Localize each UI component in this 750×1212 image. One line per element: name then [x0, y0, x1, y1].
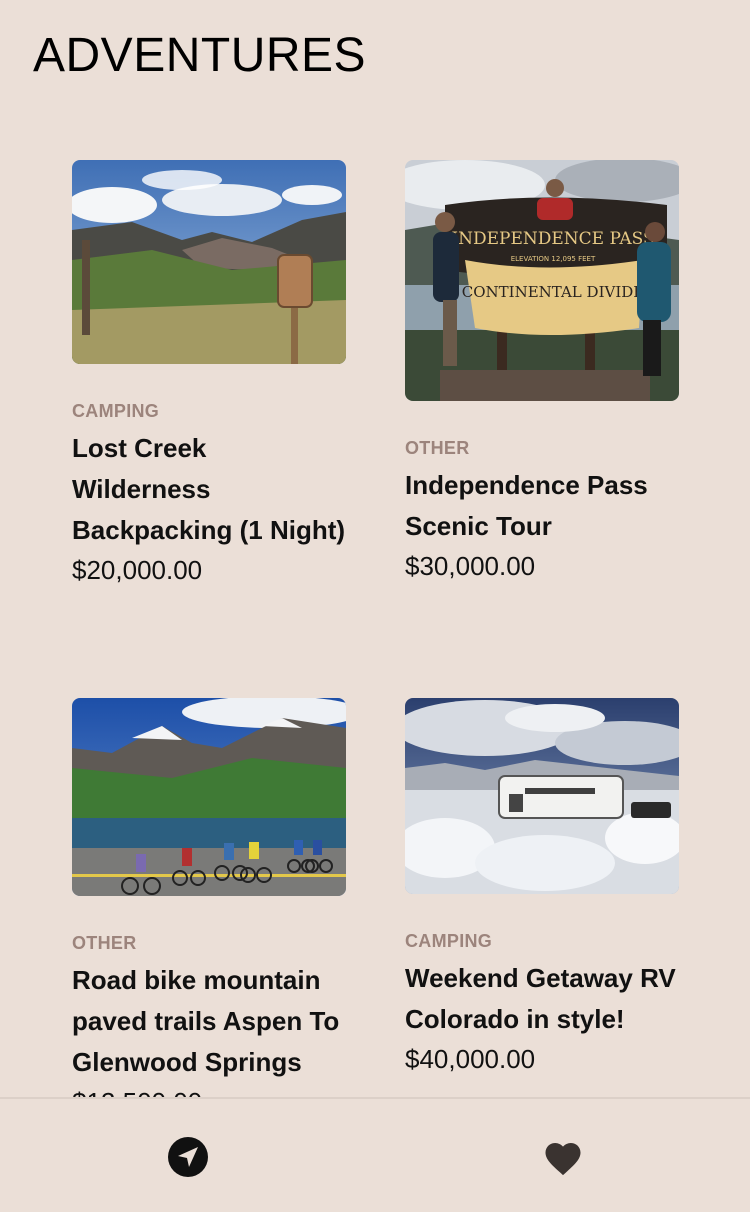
adventure-image [72, 160, 346, 364]
adventure-price: $30,000.00 [405, 551, 536, 581]
adventure-image: INDEPENDENCE PASS ELEVATION 12,095 FEET … [405, 160, 679, 401]
adventure-category: CAMPING [72, 401, 160, 421]
sign-text-elevation: ELEVATION 12,095 FEET [511, 255, 596, 263]
adventure-price: $40,000.00 [405, 1044, 536, 1074]
adventure-category: CAMPING [405, 931, 493, 951]
adventure-image [72, 698, 346, 896]
adventure-card[interactable]: CAMPING Lost Creek Wilderness Backpackin… [72, 160, 346, 588]
adventure-card[interactable]: OTHER Road bike mountain paved trails As… [72, 698, 346, 1097]
adventure-card[interactable]: CAMPING Weekend Getaway RV Colorado in s… [405, 698, 679, 1077]
adventure-name[interactable]: Road bike mountain paved trails Aspen To… [72, 960, 346, 1083]
adventure-image [405, 698, 679, 894]
nav-favorites-button[interactable] [541, 1135, 585, 1179]
nav-explore-button[interactable] [166, 1135, 210, 1179]
navigation-arrow-icon [168, 1137, 208, 1177]
sign-text-pass: INDEPENDENCE PASS [451, 229, 654, 249]
heart-icon [545, 1143, 581, 1176]
bottom-nav [0, 1097, 750, 1212]
adventure-category: OTHER [405, 438, 470, 458]
adventure-price: $12,500.00 [72, 1084, 346, 1097]
adventure-name[interactable]: Weekend Getaway RV Colorado in style! [405, 958, 679, 1040]
adventure-card[interactable]: INDEPENDENCE PASS ELEVATION 12,095 FEET … [405, 160, 679, 584]
sign-text-divide: CONTINENTAL DIVIDE [462, 283, 644, 301]
adventure-price: $20,000.00 [72, 555, 203, 585]
adventure-name[interactable]: Lost Creek Wilderness Backpacking (1 Nig… [72, 428, 346, 551]
adventure-category: OTHER [72, 933, 137, 953]
adventure-list[interactable]: CAMPING Lost Creek Wilderness Backpackin… [0, 0, 750, 1097]
adventure-name[interactable]: Independence Pass Scenic Tour [405, 465, 679, 547]
